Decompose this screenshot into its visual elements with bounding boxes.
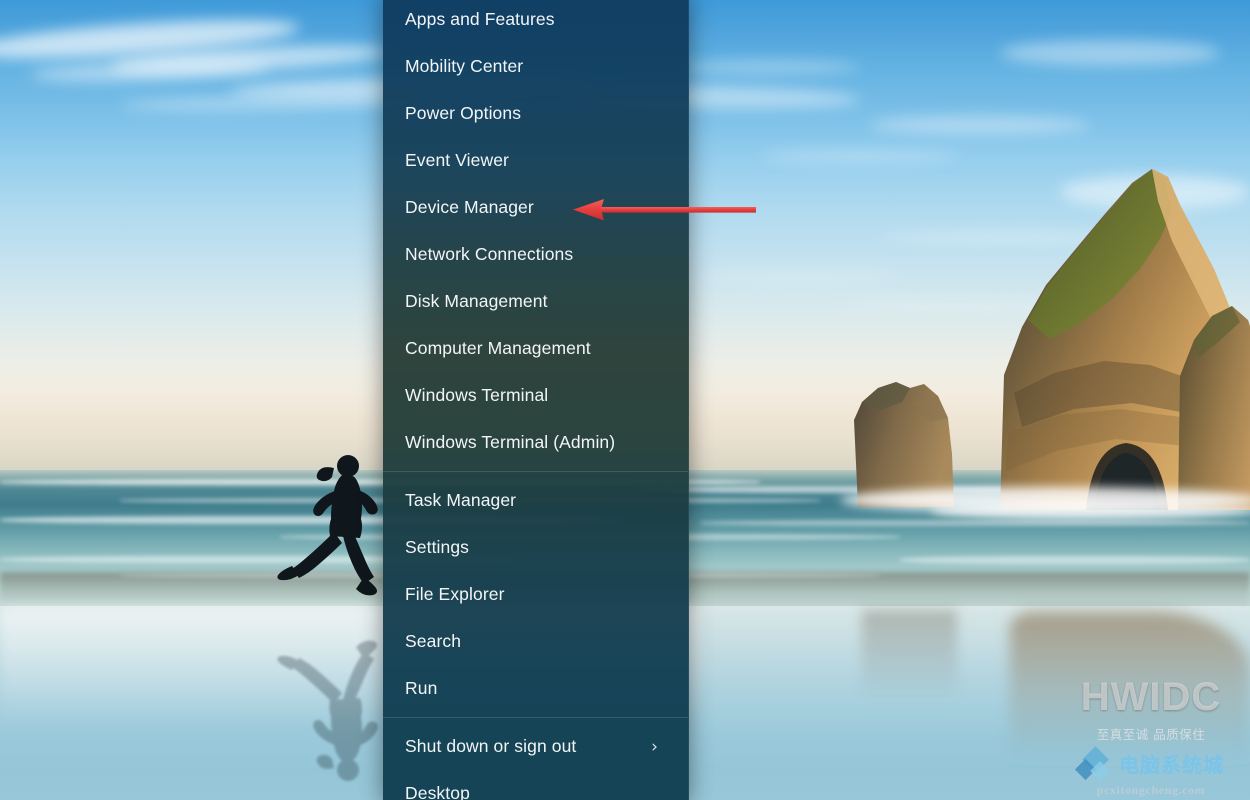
cloud — [870, 116, 1090, 134]
cloud — [760, 150, 960, 162]
menu-item-label: Apps and Features — [405, 9, 555, 29]
menu-item-task-manager[interactable]: Task Manager — [383, 477, 688, 524]
menu-item-label: Run — [405, 678, 438, 698]
menu-item-label: Desktop — [405, 783, 470, 800]
menu-item-label: Settings — [405, 537, 470, 557]
menu-item-mobility-center[interactable]: Mobility Center — [383, 43, 688, 90]
menu-item-label: Windows Terminal — [405, 385, 549, 405]
beach-runner-silhouette — [262, 448, 390, 618]
runner-reflection — [262, 618, 390, 788]
menu-separator — [383, 717, 688, 718]
menu-item-disk-management[interactable]: Disk Management — [383, 278, 688, 325]
menu-section-session: Shut down or sign out › Desktop — [383, 723, 688, 800]
menu-item-label: Disk Management — [405, 291, 548, 311]
menu-item-apps-and-features[interactable]: Apps and Features — [383, 0, 688, 43]
menu-item-label: Power Options — [405, 103, 522, 123]
surf-line — [700, 520, 1250, 526]
menu-item-event-viewer[interactable]: Event Viewer — [383, 137, 688, 184]
quick-link-menu[interactable]: Apps and Features Mobility Center Power … — [383, 0, 689, 800]
menu-item-label: Task Manager — [405, 490, 517, 510]
surf-line — [900, 556, 1250, 564]
menu-item-device-manager[interactable]: Device Manager — [383, 184, 688, 231]
menu-item-windows-terminal-admin[interactable]: Windows Terminal (Admin) — [383, 419, 688, 466]
menu-item-label: Mobility Center — [405, 56, 524, 76]
rock-reflection — [862, 610, 957, 700]
menu-separator — [383, 471, 688, 472]
sea-foam — [930, 502, 1250, 520]
small-rock-formation — [852, 362, 957, 507]
menu-item-label: Computer Management — [405, 338, 591, 358]
desktop-screen: HWIDC 至真至诚 品质保住 电脑系统城 pcxitongcheng.com … — [0, 0, 1250, 800]
menu-item-label: Event Viewer — [405, 150, 509, 170]
menu-item-label: Device Manager — [405, 197, 534, 217]
far-rock-formation — [1178, 300, 1250, 510]
menu-item-label: Search — [405, 631, 462, 651]
rock-reflection — [1010, 612, 1250, 762]
menu-item-run[interactable]: Run — [383, 665, 688, 712]
chevron-right-icon: › — [651, 736, 658, 757]
cloud — [680, 60, 860, 74]
menu-item-label: Shut down or sign out — [405, 736, 577, 756]
cloud — [700, 270, 900, 282]
menu-item-windows-terminal[interactable]: Windows Terminal — [383, 372, 688, 419]
cloud — [1000, 40, 1220, 66]
menu-section-tools: Task Manager Settings File Explorer Sear… — [383, 477, 688, 712]
menu-item-desktop[interactable]: Desktop — [383, 770, 688, 800]
menu-item-label: Windows Terminal (Admin) — [405, 432, 616, 452]
menu-item-network-connections[interactable]: Network Connections — [383, 231, 688, 278]
menu-item-settings[interactable]: Settings — [383, 524, 688, 571]
menu-item-label: File Explorer — [405, 584, 505, 604]
menu-item-label: Network Connections — [405, 244, 574, 264]
menu-item-power-options[interactable]: Power Options — [383, 90, 688, 137]
menu-item-file-explorer[interactable]: File Explorer — [383, 571, 688, 618]
menu-item-shut-down-or-sign-out[interactable]: Shut down or sign out › — [383, 723, 688, 770]
menu-item-search[interactable]: Search — [383, 618, 688, 665]
menu-item-computer-management[interactable]: Computer Management — [383, 325, 688, 372]
menu-section-system: Apps and Features Mobility Center Power … — [383, 0, 688, 466]
